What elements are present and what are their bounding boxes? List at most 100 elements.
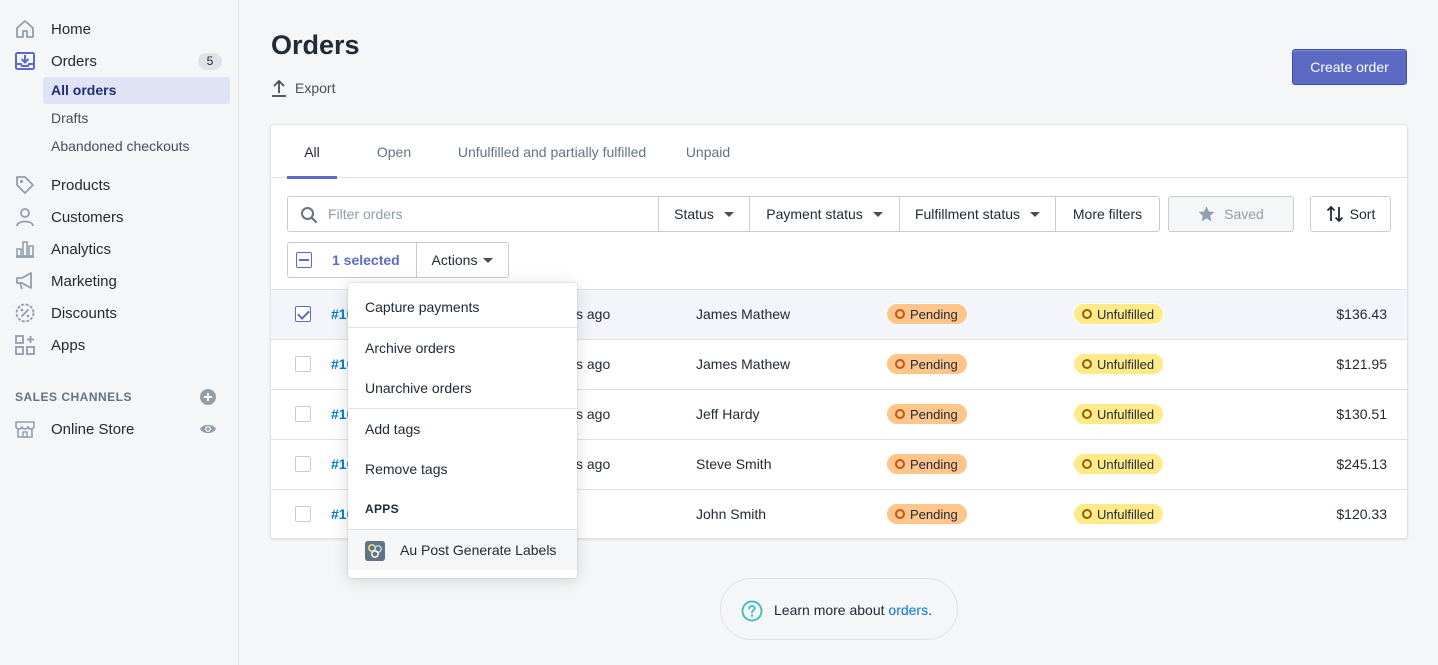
status-dot-icon bbox=[895, 459, 905, 469]
fulfillment-status-text: Unfulfilled bbox=[1097, 456, 1155, 472]
status-dot-icon bbox=[895, 309, 905, 319]
order-date: s ago bbox=[576, 356, 611, 372]
fulfillment-status-badge: Unfulfilled bbox=[1073, 453, 1165, 475]
actions-label: Actions bbox=[431, 252, 478, 268]
fulfillment-status-text: Unfulfilled bbox=[1097, 356, 1155, 372]
menu-unarchive-orders[interactable]: Unarchive orders bbox=[348, 368, 577, 408]
nav-drafts[interactable]: Drafts bbox=[43, 105, 230, 132]
order-total: $120.33 bbox=[1336, 506, 1387, 522]
payment-status-badge: Pending bbox=[886, 503, 968, 525]
search-icon bbox=[301, 207, 318, 224]
nav-abandoned-checkouts[interactable]: Abandoned checkouts bbox=[43, 133, 230, 160]
learn-more-prefix: Learn more about bbox=[774, 602, 889, 618]
orders-help-link[interactable]: orders bbox=[888, 602, 928, 618]
row-checkbox[interactable] bbox=[295, 356, 311, 372]
status-dot-icon bbox=[895, 409, 905, 419]
nav-customers[interactable]: Customers bbox=[0, 202, 239, 232]
apps-grid-icon bbox=[15, 335, 35, 355]
add-channel-icon[interactable] bbox=[199, 388, 217, 406]
fulfillment-status-label: Fulfillment status bbox=[914, 206, 1021, 222]
filter-orders-input[interactable] bbox=[328, 204, 648, 224]
nav-online-store-label: Online Store bbox=[51, 420, 135, 438]
payment-status-badge: Pending bbox=[886, 453, 968, 475]
learn-more-suffix: . bbox=[928, 602, 932, 618]
order-total: $245.13 bbox=[1336, 456, 1387, 472]
status-dot-icon bbox=[895, 359, 905, 369]
nav-analytics[interactable]: Analytics bbox=[0, 234, 239, 264]
menu-au-post-generate-labels[interactable]: Au Post Generate Labels bbox=[348, 529, 577, 570]
caret-down-icon bbox=[723, 211, 734, 217]
fulfillment-status-badge: Unfulfilled bbox=[1073, 303, 1165, 325]
caret-down-icon bbox=[872, 211, 883, 217]
sales-channels-heading: SALES CHANNELS bbox=[15, 390, 133, 404]
menu-remove-tags[interactable]: Remove tags bbox=[348, 449, 577, 489]
export-button[interactable]: Export bbox=[271, 77, 335, 99]
row-checkbox[interactable] bbox=[295, 456, 311, 472]
sort-label: Sort bbox=[1349, 206, 1376, 222]
fulfillment-status-filter-button[interactable]: Fulfillment status bbox=[900, 196, 1056, 232]
create-order-button[interactable]: Create order bbox=[1292, 49, 1407, 85]
tab-all[interactable]: All bbox=[287, 125, 337, 179]
tab-unfulfilled[interactable]: Unfulfilled and partially fulfilled bbox=[447, 125, 657, 178]
menu-capture-payments[interactable]: Capture payments bbox=[348, 287, 577, 327]
fulfillment-status-text: Unfulfilled bbox=[1097, 306, 1155, 322]
status-dot-icon bbox=[895, 509, 905, 519]
nav-home[interactable]: Home bbox=[0, 14, 239, 44]
fulfillment-status-badge: Unfulfilled bbox=[1073, 353, 1165, 375]
bar-chart-icon bbox=[16, 241, 34, 258]
customer-name: John Smith bbox=[696, 506, 767, 522]
nav-marketing[interactable]: Marketing bbox=[0, 266, 239, 296]
nav-discounts-label: Discounts bbox=[51, 304, 117, 322]
discount-icon bbox=[15, 303, 35, 323]
status-dot-icon bbox=[1082, 509, 1092, 519]
sidebar: Home Orders 5 All orders Drafts Abandone… bbox=[0, 0, 239, 665]
filter-orders-field bbox=[287, 196, 659, 232]
payment-status-text: Pending bbox=[910, 456, 958, 472]
payment-status-badge: Pending bbox=[886, 353, 968, 375]
payment-status-badge: Pending bbox=[886, 403, 968, 425]
star-icon bbox=[1198, 206, 1215, 222]
row-checkbox[interactable] bbox=[295, 506, 311, 522]
tab-open[interactable]: Open bbox=[366, 125, 422, 178]
learn-more-text: Learn more about orders. bbox=[774, 602, 932, 618]
nav-products[interactable]: Products bbox=[0, 170, 239, 200]
fulfillment-status-text: Unfulfilled bbox=[1097, 506, 1155, 522]
nav-marketing-label: Marketing bbox=[51, 272, 117, 290]
store-icon bbox=[15, 421, 35, 438]
payment-status-text: Pending bbox=[910, 356, 958, 372]
menu-apps-heading: APPS bbox=[365, 502, 399, 516]
actions-dropdown-button[interactable]: Actions bbox=[417, 243, 508, 277]
nav-orders-label: Orders bbox=[51, 52, 97, 70]
menu-archive-orders[interactable]: Archive orders bbox=[348, 328, 577, 368]
status-filter-button[interactable]: Status bbox=[659, 196, 750, 232]
caret-down-icon bbox=[1030, 211, 1041, 217]
payment-status-text: Pending bbox=[910, 406, 958, 422]
caret-down-icon bbox=[483, 257, 494, 263]
au-post-app-icon bbox=[365, 541, 385, 561]
order-total: $136.43 bbox=[1336, 306, 1387, 322]
status-dot-icon bbox=[1082, 409, 1092, 419]
export-label: Export bbox=[295, 80, 336, 96]
payment-status-filter-button[interactable]: Payment status bbox=[750, 196, 900, 232]
orders-count-badge: 5 bbox=[198, 53, 222, 70]
customer-name: James Mathew bbox=[696, 356, 791, 372]
select-all-checkbox[interactable] bbox=[296, 252, 312, 268]
status-dot-icon bbox=[1082, 309, 1092, 319]
nav-orders[interactable]: Orders 5 bbox=[0, 46, 239, 76]
eye-icon[interactable] bbox=[199, 420, 217, 438]
fulfillment-status-text: Unfulfilled bbox=[1097, 406, 1155, 422]
more-filters-button[interactable]: More filters bbox=[1056, 196, 1160, 232]
nav-customers-label: Customers bbox=[51, 208, 124, 226]
tab-unpaid[interactable]: Unpaid bbox=[678, 125, 738, 178]
nav-apps[interactable]: Apps bbox=[0, 330, 239, 360]
payment-status-badge: Pending bbox=[886, 303, 968, 325]
help-circle-icon bbox=[741, 600, 763, 622]
row-checkbox[interactable] bbox=[295, 406, 311, 422]
saved-button[interactable]: Saved bbox=[1168, 196, 1294, 232]
sort-button[interactable]: Sort bbox=[1310, 196, 1391, 232]
nav-all-orders[interactable]: All orders bbox=[43, 77, 230, 104]
menu-add-tags[interactable]: Add tags bbox=[348, 409, 577, 449]
row-checkbox[interactable] bbox=[295, 306, 311, 322]
nav-products-label: Products bbox=[51, 176, 111, 194]
nav-discounts[interactable]: Discounts bbox=[0, 298, 239, 328]
